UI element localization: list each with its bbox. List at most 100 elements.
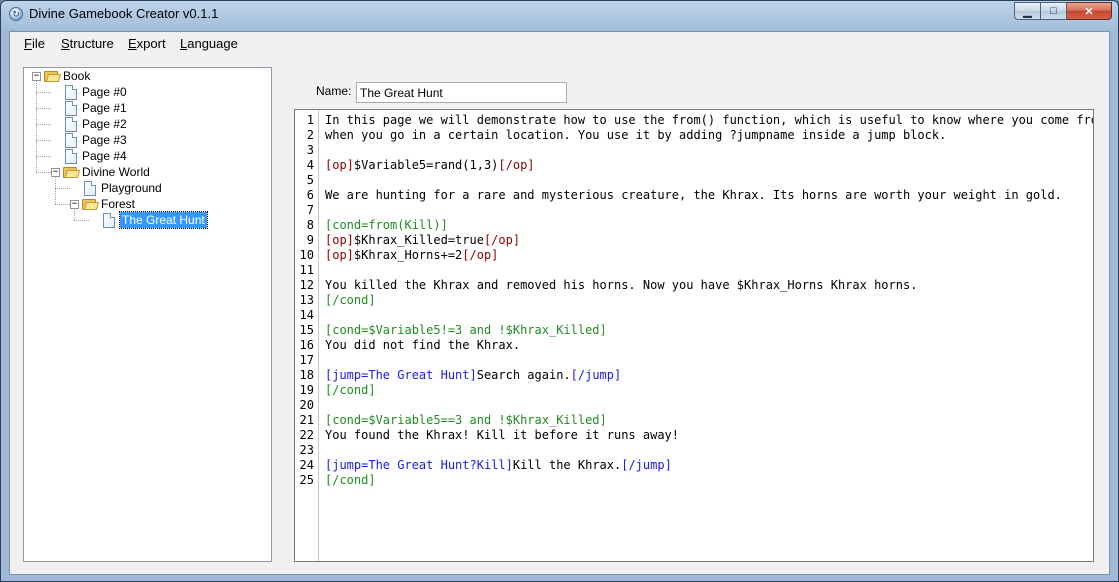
code-token-jump: [/jump]	[621, 458, 672, 472]
tree-connector	[36, 140, 51, 141]
line-number: 2	[306, 128, 314, 142]
tree-connector	[36, 124, 51, 125]
code-token-op: [/op]	[498, 158, 535, 172]
code-line: You killed the Khrax and removed his hor…	[325, 278, 917, 293]
line-number: 21	[299, 413, 314, 427]
line-number: 8	[306, 218, 314, 232]
close-icon: ✕	[1084, 5, 1094, 18]
tree-connector	[55, 204, 70, 205]
code-token-text: We are hunting for a rare and mysterious…	[325, 188, 1062, 202]
line-number: 11	[299, 263, 314, 277]
line-number: 19	[299, 383, 314, 397]
line-number: 3	[306, 143, 314, 157]
tree-connector	[74, 220, 89, 221]
code-token-text: You did not find the Khrax.	[325, 338, 521, 352]
menu-export[interactable]: Export	[128, 36, 166, 51]
code-token-text: Search again.	[476, 368, 571, 382]
code-token-text: $Khrax_Horns+=2	[353, 248, 463, 262]
line-number: 22	[299, 428, 314, 442]
menu-export-label: xport	[136, 36, 166, 51]
menu-file-label: ile	[31, 36, 45, 51]
menu-language-label: anguage	[187, 36, 238, 51]
code-token-cond: [cond=$Variable5==3 and !$Khrax_Killed]	[325, 413, 607, 427]
code-line: [op]$Khrax_Killed=true[/op]	[325, 233, 520, 248]
page-icon	[65, 149, 77, 164]
line-number: 25	[299, 473, 314, 487]
line-number: 17	[299, 353, 314, 367]
client-area: File Structure Export Language − Book Page…	[9, 31, 1110, 575]
code-token-text: You found the Khrax! Kill it before it r…	[325, 428, 680, 442]
code-line: [/cond]	[325, 293, 376, 308]
code-token-cond: [cond=from(Kill)]	[325, 218, 448, 232]
line-number: 15	[299, 323, 314, 337]
page-icon	[65, 101, 77, 116]
line-number: 18	[299, 368, 314, 382]
line-number: 5	[306, 173, 314, 187]
code-line: [/cond]	[325, 473, 376, 488]
menu-structure[interactable]: Structure	[61, 36, 114, 51]
code-token-cond: [/cond]	[325, 473, 376, 487]
folder-icon	[82, 198, 100, 210]
minimize-button[interactable]: ▁	[1014, 2, 1041, 20]
code-line: [jump=The Great Hunt?Kill]Kill the Khrax…	[325, 458, 672, 473]
line-number: 1	[306, 113, 314, 127]
code-editor[interactable]: 1 2 3 4 5 6 7 8 9 10 11 12 13 14 15 16 17 18 19 20 21 22 23 24 2…	[294, 109, 1094, 562]
code-token-op: [op]	[325, 233, 354, 247]
menu-structure-label: tructure	[69, 36, 114, 51]
page-icon	[84, 181, 96, 196]
window-controls: ▁ □ ✕	[1014, 2, 1112, 21]
menu-export-mnemonic: E	[128, 36, 137, 51]
maximize-icon: □	[1050, 5, 1057, 17]
code-token-cond: [/cond]	[325, 293, 376, 307]
line-number: 24	[299, 458, 314, 472]
structure-tree[interactable]: − Book Page #0 Page #1 Page #2 Page #3 Page #4…	[23, 67, 272, 562]
code-line: You did not find the Khrax.	[325, 338, 520, 353]
page-icon	[103, 213, 115, 228]
menu-file-mnemonic: F	[24, 36, 32, 51]
tree-connector	[74, 208, 75, 220]
line-number: 7	[306, 203, 314, 217]
page-name-input[interactable]	[356, 82, 567, 103]
close-button[interactable]: ✕	[1067, 2, 1112, 20]
line-number: 20	[299, 398, 314, 412]
minimize-icon: ▁	[1023, 5, 1032, 18]
code-token-op: [op]	[325, 158, 354, 172]
code-line: [op]$Khrax_Horns+=2[/op]	[325, 248, 498, 263]
code-token-cond: [/cond]	[325, 383, 376, 397]
tree-node-label: Playground	[101, 181, 162, 195]
window-title: Divine Gamebook Creator v0.1.1	[29, 6, 219, 21]
code-token-text: Kill the Khrax.	[512, 458, 622, 472]
name-label: Name:	[316, 84, 352, 98]
code-token-text: In this page we will demonstrate how to …	[325, 113, 1094, 127]
code-line: [op]$Variable5=rand(1,3)[/op]	[325, 158, 535, 173]
tree-connector	[36, 92, 51, 93]
code-token-op: [/op]	[483, 233, 521, 247]
tree-node-label: Page #3	[82, 133, 127, 147]
folder-icon	[44, 70, 62, 82]
code-token-cond: [cond=$Variable5!=3 and !$Khrax_Killed]	[325, 323, 607, 337]
menu-file[interactable]: File	[24, 36, 45, 51]
line-number: 13	[299, 293, 314, 307]
tree-node-label: Divine World	[82, 165, 150, 179]
page-icon	[65, 133, 77, 148]
line-number: 12	[299, 278, 314, 292]
app-icon: ↻	[9, 7, 23, 21]
line-number: 4	[306, 158, 314, 172]
tree-node-label: Book	[63, 69, 91, 83]
title-bar[interactable]: ↻ Divine Gamebook Creator v0.1.1 ▁ □ ✕	[1, 1, 1118, 29]
menu-language[interactable]: Language	[180, 36, 238, 51]
menu-structure-mnemonic: S	[61, 36, 70, 51]
maximize-button[interactable]: □	[1041, 2, 1067, 20]
page-icon	[65, 117, 77, 132]
tree-connector	[36, 80, 37, 172]
code-line: [cond=$Variable5==3 and !$Khrax_Killed]	[325, 413, 607, 428]
page-icon	[65, 85, 77, 100]
code-line: You found the Khrax! Kill it before it r…	[325, 428, 679, 443]
tree-connector	[55, 176, 56, 204]
line-number: 14	[299, 308, 314, 322]
code-line: [cond=from(Kill)]	[325, 218, 448, 233]
code-line: when you go in a certain location. You u…	[325, 128, 946, 143]
tree-node-label: Page #4	[82, 149, 127, 163]
code-token-jump: [jump=The Great Hunt?Kill]	[325, 458, 513, 472]
tree-connector	[36, 156, 51, 157]
